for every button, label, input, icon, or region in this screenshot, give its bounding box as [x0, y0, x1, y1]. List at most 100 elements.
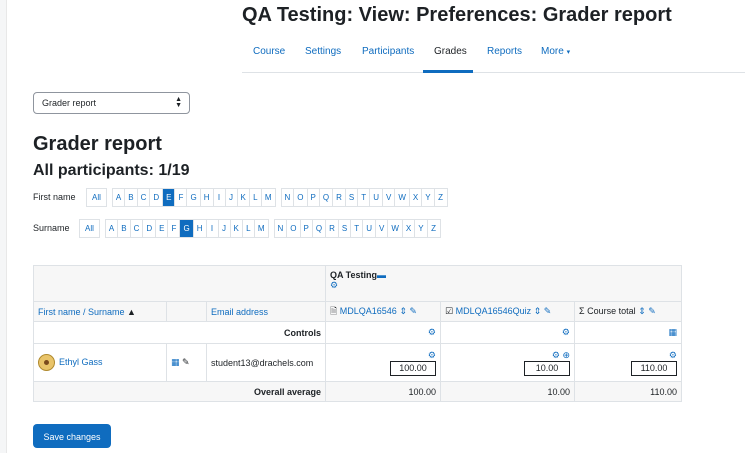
surname-initial-y[interactable]: Y: [415, 220, 428, 237]
firstname-initial-h[interactable]: H: [201, 189, 214, 206]
surname-initial-t[interactable]: T: [351, 220, 364, 237]
firstname-initial-w[interactable]: W: [395, 189, 410, 206]
tab-reports[interactable]: Reports: [487, 46, 522, 57]
surname-initial-c[interactable]: C: [131, 220, 144, 237]
firstname-initial-b[interactable]: B: [125, 189, 138, 206]
edit-icon[interactable]: ✎: [409, 306, 417, 316]
surname-initial-r[interactable]: R: [326, 220, 339, 237]
sort-by-name-header[interactable]: First name / Surname ▲: [33, 301, 167, 322]
surname-initial-d[interactable]: D: [143, 220, 157, 237]
average-3: 110.00: [574, 381, 682, 402]
surname-initial-z[interactable]: Z: [428, 220, 440, 237]
avatar[interactable]: [38, 354, 55, 371]
grade-input-1[interactable]: 100.00: [390, 360, 436, 376]
tab-more[interactable]: More ▾: [541, 46, 570, 57]
surname-initial-b[interactable]: B: [118, 220, 131, 237]
grade-input-3[interactable]: 110.00: [631, 360, 677, 376]
sort-icon[interactable]: ⇕: [399, 306, 407, 316]
active-tab-indicator: [423, 70, 473, 73]
surname-initial-x[interactable]: X: [403, 220, 416, 237]
surname-initial-h[interactable]: H: [194, 220, 207, 237]
firstname-initial-f[interactable]: F: [175, 189, 188, 206]
grade-cell-2: ⚙ ⊕ 10.00: [440, 343, 575, 382]
grade-cell-1: ⚙ 100.00: [325, 343, 441, 382]
surname-initial-k[interactable]: K: [231, 220, 243, 237]
surname-initial-p[interactable]: P: [301, 220, 313, 237]
firstname-initial-r[interactable]: R: [333, 189, 346, 206]
sort-by-email-header[interactable]: Email address: [206, 301, 326, 322]
collapse-icon[interactable]: ▬: [377, 270, 386, 280]
calculator-icon[interactable]: ▦: [668, 327, 677, 337]
surname-initial-q[interactable]: Q: [313, 220, 327, 237]
firstname-initial-v[interactable]: V: [383, 189, 396, 206]
firstname-initial-l[interactable]: L: [250, 189, 262, 206]
surname-initial-g[interactable]: G: [180, 220, 194, 237]
surname-initial-v[interactable]: V: [376, 220, 389, 237]
report-selector[interactable]: Grader report ▲ ▼: [33, 92, 190, 114]
edit-icon[interactable]: ✎: [544, 306, 552, 316]
item-header-2: ☑ MDLQA16546Quiz ⇕ ✎: [440, 301, 575, 322]
surname-initial-e[interactable]: E: [156, 220, 169, 237]
surname-initial-all[interactable]: All: [80, 220, 99, 237]
firstname-initials-group: ABCDEFGHIJKLM: [111, 188, 276, 207]
gear-icon[interactable]: ⚙: [552, 350, 560, 360]
firstname-initial-j[interactable]: J: [226, 189, 238, 206]
firstname-initial-i[interactable]: I: [214, 189, 226, 206]
page-title: QA Testing: View: Preferences: Grader re…: [242, 4, 672, 26]
surname-initial-j[interactable]: J: [219, 220, 231, 237]
tab-settings[interactable]: Settings: [305, 46, 341, 57]
firstname-initial-k[interactable]: K: [238, 189, 250, 206]
surname-initial-f[interactable]: F: [168, 220, 181, 237]
gear-icon[interactable]: ⚙: [669, 350, 677, 360]
surname-initial-u[interactable]: U: [363, 220, 377, 237]
firstname-initial-g[interactable]: G: [187, 189, 201, 206]
item-link-2[interactable]: MDLQA16546Quiz: [456, 306, 532, 316]
surname-initial-o[interactable]: O: [287, 220, 301, 237]
gear-icon[interactable]: ⚙: [428, 350, 436, 360]
student-name-link[interactable]: Ethyl Gass: [59, 357, 103, 367]
firstname-initial-y[interactable]: Y: [422, 189, 435, 206]
single-view-icon[interactable]: ▦: [171, 357, 180, 367]
grade-input-2[interactable]: 10.00: [524, 360, 570, 376]
surname-initial-l[interactable]: L: [243, 220, 255, 237]
firstname-initial-d[interactable]: D: [150, 189, 164, 206]
surname-initial-w[interactable]: W: [388, 220, 403, 237]
surname-initial-n[interactable]: N: [275, 220, 288, 237]
firstname-initial-o[interactable]: O: [294, 189, 308, 206]
firstname-initial-s[interactable]: S: [346, 189, 359, 206]
report-heading: Grader report: [33, 133, 162, 155]
firstname-initial-z[interactable]: Z: [435, 189, 447, 206]
firstname-initial-n[interactable]: N: [282, 189, 295, 206]
sort-icon[interactable]: ⇕: [638, 306, 646, 316]
surname-initial-a[interactable]: A: [106, 220, 119, 237]
gear-icon[interactable]: ⚙: [428, 327, 436, 337]
firstname-initial-u[interactable]: U: [370, 189, 384, 206]
edit-icon[interactable]: ✎: [182, 357, 190, 367]
firstname-initial-x[interactable]: X: [410, 189, 423, 206]
firstname-initial-c[interactable]: C: [138, 189, 151, 206]
item-link-1[interactable]: MDLQA16546: [340, 306, 397, 316]
zoom-in-icon[interactable]: ⊕: [562, 350, 570, 360]
tab-participants[interactable]: Participants: [362, 46, 414, 57]
tab-grades[interactable]: Grades: [434, 46, 467, 57]
sort-asc-icon: ▲: [127, 306, 136, 317]
surname-initial-m[interactable]: M: [255, 220, 268, 237]
save-changes-button[interactable]: Save changes: [33, 424, 111, 448]
overall-average-label: Overall average: [33, 381, 326, 402]
surname-initial-i[interactable]: I: [207, 220, 219, 237]
edit-icon[interactable]: ✎: [648, 306, 656, 316]
firstname-initial-q[interactable]: Q: [320, 189, 334, 206]
tab-course[interactable]: Course: [253, 46, 285, 57]
gear-icon[interactable]: ⚙: [562, 327, 570, 337]
firstname-filter-label: First name: [33, 192, 76, 202]
firstname-initial-m[interactable]: M: [262, 189, 275, 206]
gear-icon[interactable]: ⚙: [330, 280, 338, 290]
surname-initial-s[interactable]: S: [339, 220, 352, 237]
average-1: 100.00: [325, 381, 441, 402]
firstname-initial-t[interactable]: T: [358, 189, 371, 206]
firstname-initial-a[interactable]: A: [113, 189, 126, 206]
firstname-initial-p[interactable]: P: [308, 189, 320, 206]
firstname-initial-e[interactable]: E: [163, 189, 176, 206]
firstname-initial-all[interactable]: All: [87, 189, 106, 206]
sort-icon[interactable]: ⇕: [534, 306, 542, 316]
